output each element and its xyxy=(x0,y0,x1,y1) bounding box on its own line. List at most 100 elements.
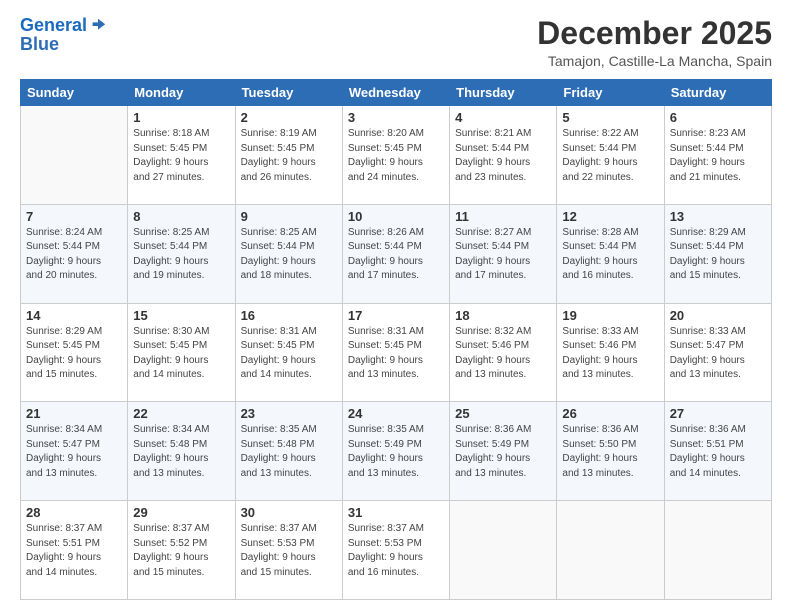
day-number: 25 xyxy=(455,406,551,421)
day-info: Sunrise: 8:34 AM Sunset: 5:47 PM Dayligh… xyxy=(26,423,122,481)
day-info: Sunrise: 8:37 AM Sunset: 5:53 PM Dayligh… xyxy=(241,522,337,580)
calendar-cell: 31Sunrise: 8:37 AM Sunset: 5:53 PM Dayli… xyxy=(342,501,449,600)
main-title: December 2025 xyxy=(537,16,772,51)
calendar-cell xyxy=(21,106,128,205)
calendar-cell: 10 Sunrise: 8:26 AM Sunset: 5:44 PM Dayli… xyxy=(342,204,449,303)
day-info: Sunrise: 8:37 AM Sunset: 5:52 PM Dayligh… xyxy=(133,522,229,580)
day-info: Sunrise: 8:35 AM Sunset: 5:49 PM Dayligh… xyxy=(348,423,444,481)
calendar-week-row: 1Sunrise: 8:18 AM Sunset: 5:45 PM Daylig… xyxy=(21,106,772,205)
title-block: December 2025 Tamajon, Castille-La Manch… xyxy=(537,16,772,69)
day-number: 13 xyxy=(670,209,766,224)
calendar-week-row: 28 Sunrise: 8:37 AM Sunset: 5:51 PM Dayli… xyxy=(21,501,772,600)
calendar-cell: 5Sunrise: 8:22 AM Sunset: 5:44 PM Daylig… xyxy=(557,106,664,205)
calendar-cell xyxy=(557,501,664,600)
day-info: Sunrise: 8:30 AM Sunset: 5:45 PM Dayligh… xyxy=(133,325,229,383)
day-info: Sunrise: 8:32 AM Sunset: 5:46 PM Dayligh… xyxy=(455,325,551,383)
day-number: 18 xyxy=(455,308,551,323)
day-number: 12 xyxy=(562,209,658,224)
day-number: 15 xyxy=(133,308,229,323)
calendar-cell: 17 Sunrise: 8:31 AM Sunset: 5:45 PM Dayli… xyxy=(342,303,449,402)
day-number: 1 xyxy=(133,110,229,125)
calendar-cell: 8Sunrise: 8:25 AM Sunset: 5:44 PM Daylig… xyxy=(128,204,235,303)
day-info: Sunrise: 8:19 AM Sunset: 5:45 PM Dayligh… xyxy=(241,127,337,185)
calendar-cell: 3Sunrise: 8:20 AM Sunset: 5:45 PM Daylig… xyxy=(342,106,449,205)
day-info: Sunrise: 8:33 AM Sunset: 5:46 PM Dayligh… xyxy=(562,325,658,383)
calendar-cell xyxy=(450,501,557,600)
day-info: Sunrise: 8:34 AM Sunset: 5:48 PM Dayligh… xyxy=(133,423,229,481)
calendar-header-row: SundayMondayTuesdayWednesdayThursdayFrid… xyxy=(21,80,772,106)
day-info: Sunrise: 8:25 AM Sunset: 5:44 PM Dayligh… xyxy=(241,226,337,284)
calendar-header-saturday: Saturday xyxy=(664,80,771,106)
day-number: 28 xyxy=(26,505,122,520)
day-info: Sunrise: 8:33 AM Sunset: 5:47 PM Dayligh… xyxy=(670,325,766,383)
calendar-cell: 30 Sunrise: 8:37 AM Sunset: 5:53 PM Dayli… xyxy=(235,501,342,600)
calendar-cell: 6Sunrise: 8:23 AM Sunset: 5:44 PM Daylig… xyxy=(664,106,771,205)
day-number: 3 xyxy=(348,110,444,125)
day-info: Sunrise: 8:31 AM Sunset: 5:45 PM Dayligh… xyxy=(241,325,337,383)
calendar-cell: 26 Sunrise: 8:36 AM Sunset: 5:50 PM Dayli… xyxy=(557,402,664,501)
calendar-cell: 20 Sunrise: 8:33 AM Sunset: 5:47 PM Dayli… xyxy=(664,303,771,402)
day-info: Sunrise: 8:21 AM Sunset: 5:44 PM Dayligh… xyxy=(455,127,551,185)
day-number: 23 xyxy=(241,406,337,421)
logo: General Blue xyxy=(20,16,107,55)
day-info: Sunrise: 8:28 AM Sunset: 5:44 PM Dayligh… xyxy=(562,226,658,284)
calendar-week-row: 21Sunrise: 8:34 AM Sunset: 5:47 PM Dayli… xyxy=(21,402,772,501)
day-info: Sunrise: 8:35 AM Sunset: 5:48 PM Dayligh… xyxy=(241,423,337,481)
calendar-cell: 7 Sunrise: 8:24 AM Sunset: 5:44 PM Daylig… xyxy=(21,204,128,303)
day-number: 4 xyxy=(455,110,551,125)
day-info: Sunrise: 8:24 AM Sunset: 5:44 PM Dayligh… xyxy=(26,226,122,284)
calendar-header-thursday: Thursday xyxy=(450,80,557,106)
page: General Blue December 2025 Tamajon, Cast… xyxy=(0,0,792,612)
day-info: Sunrise: 8:31 AM Sunset: 5:45 PM Dayligh… xyxy=(348,325,444,383)
day-number: 11 xyxy=(455,209,551,224)
day-info: Sunrise: 8:25 AM Sunset: 5:44 PM Dayligh… xyxy=(133,226,229,284)
calendar-cell: 28 Sunrise: 8:37 AM Sunset: 5:51 PM Dayli… xyxy=(21,501,128,600)
day-info: Sunrise: 8:37 AM Sunset: 5:51 PM Dayligh… xyxy=(26,522,122,580)
calendar-header-sunday: Sunday xyxy=(21,80,128,106)
logo-blue: Blue xyxy=(20,34,59,55)
subtitle: Tamajon, Castille-La Mancha, Spain xyxy=(537,53,772,69)
day-info: Sunrise: 8:29 AM Sunset: 5:45 PM Dayligh… xyxy=(26,325,122,383)
day-number: 30 xyxy=(241,505,337,520)
day-number: 5 xyxy=(562,110,658,125)
calendar-cell: 18 Sunrise: 8:32 AM Sunset: 5:46 PM Dayli… xyxy=(450,303,557,402)
calendar-cell xyxy=(664,501,771,600)
header: General Blue December 2025 Tamajon, Cast… xyxy=(20,16,772,69)
day-number: 7 xyxy=(26,209,122,224)
day-number: 24 xyxy=(348,406,444,421)
calendar-cell: 13 Sunrise: 8:29 AM Sunset: 5:44 PM Dayli… xyxy=(664,204,771,303)
day-number: 29 xyxy=(133,505,229,520)
day-info: Sunrise: 8:29 AM Sunset: 5:44 PM Dayligh… xyxy=(670,226,766,284)
calendar-header-tuesday: Tuesday xyxy=(235,80,342,106)
day-number: 16 xyxy=(241,308,337,323)
day-info: Sunrise: 8:23 AM Sunset: 5:44 PM Dayligh… xyxy=(670,127,766,185)
day-info: Sunrise: 8:36 AM Sunset: 5:50 PM Dayligh… xyxy=(562,423,658,481)
calendar-cell: 12 Sunrise: 8:28 AM Sunset: 5:44 PM Dayli… xyxy=(557,204,664,303)
day-number: 17 xyxy=(348,308,444,323)
day-info: Sunrise: 8:26 AM Sunset: 5:44 PM Dayligh… xyxy=(348,226,444,284)
calendar-header-friday: Friday xyxy=(557,80,664,106)
calendar-header-wednesday: Wednesday xyxy=(342,80,449,106)
calendar-cell: 19 Sunrise: 8:33 AM Sunset: 5:46 PM Dayli… xyxy=(557,303,664,402)
calendar-header-monday: Monday xyxy=(128,80,235,106)
calendar-cell: 16 Sunrise: 8:31 AM Sunset: 5:45 PM Dayli… xyxy=(235,303,342,402)
day-info: Sunrise: 8:37 AM Sunset: 5:53 PM Dayligh… xyxy=(348,522,444,580)
calendar: SundayMondayTuesdayWednesdayThursdayFrid… xyxy=(20,79,772,600)
calendar-cell: 22 Sunrise: 8:34 AM Sunset: 5:48 PM Dayli… xyxy=(128,402,235,501)
calendar-cell: 9 Sunrise: 8:25 AM Sunset: 5:44 PM Daylig… xyxy=(235,204,342,303)
day-info: Sunrise: 8:27 AM Sunset: 5:44 PM Dayligh… xyxy=(455,226,551,284)
calendar-cell: 23 Sunrise: 8:35 AM Sunset: 5:48 PM Dayli… xyxy=(235,402,342,501)
day-number: 2 xyxy=(241,110,337,125)
calendar-week-row: 7 Sunrise: 8:24 AM Sunset: 5:44 PM Daylig… xyxy=(21,204,772,303)
day-number: 27 xyxy=(670,406,766,421)
day-info: Sunrise: 8:36 AM Sunset: 5:51 PM Dayligh… xyxy=(670,423,766,481)
calendar-week-row: 14Sunrise: 8:29 AM Sunset: 5:45 PM Dayli… xyxy=(21,303,772,402)
day-number: 10 xyxy=(348,209,444,224)
day-number: 19 xyxy=(562,308,658,323)
day-number: 9 xyxy=(241,209,337,224)
day-number: 22 xyxy=(133,406,229,421)
day-number: 20 xyxy=(670,308,766,323)
day-number: 26 xyxy=(562,406,658,421)
day-info: Sunrise: 8:36 AM Sunset: 5:49 PM Dayligh… xyxy=(455,423,551,481)
calendar-cell: 2 Sunrise: 8:19 AM Sunset: 5:45 PM Daylig… xyxy=(235,106,342,205)
